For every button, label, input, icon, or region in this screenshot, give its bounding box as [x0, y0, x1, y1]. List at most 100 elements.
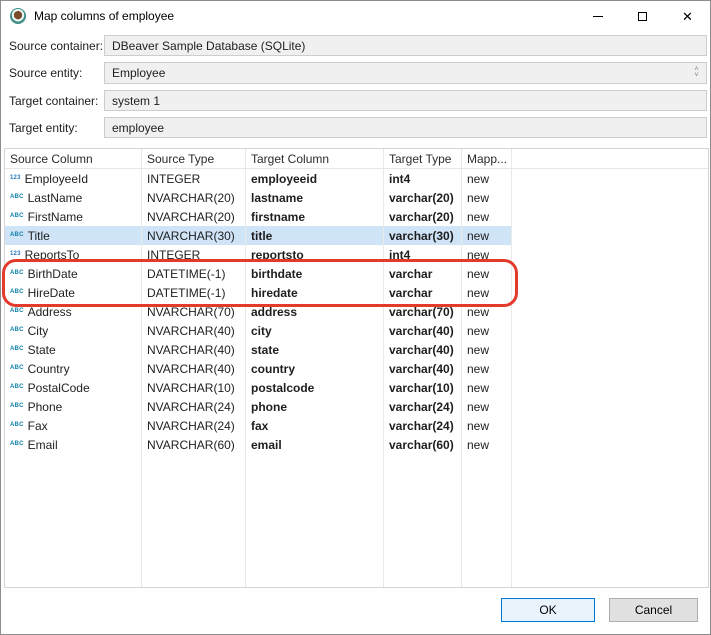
- table-row[interactable]: 123 EmployeeId INTEGER employeeid int4 new: [5, 169, 708, 188]
- header-source-type[interactable]: Source Type: [142, 149, 246, 168]
- ok-button[interactable]: OK: [501, 598, 595, 622]
- source-column-label: City: [27, 323, 49, 338]
- minimize-button[interactable]: [575, 1, 620, 31]
- source-type-label: INTEGER: [147, 171, 201, 186]
- target-container-field[interactable]: system 1: [104, 90, 707, 111]
- source-type-label: NVARCHAR(60): [147, 437, 235, 452]
- source-type-label: NVARCHAR(20): [147, 190, 235, 205]
- source-column-label: Title: [27, 228, 50, 243]
- source-container-field[interactable]: DBeaver Sample Database (SQLite): [104, 35, 707, 56]
- target-column-label: title: [251, 228, 273, 243]
- mapping-label: new: [467, 247, 490, 262]
- source-container-value: DBeaver Sample Database (SQLite): [112, 38, 306, 53]
- header-mapping[interactable]: Mapp...: [462, 149, 512, 168]
- title-bar: Map columns of employee ✕: [1, 1, 710, 31]
- numeric-type-icon: 123: [10, 250, 21, 257]
- source-type-label: NVARCHAR(40): [147, 342, 235, 357]
- target-column-label: firstname: [251, 209, 306, 224]
- string-type-icon: ABC: [10, 440, 24, 447]
- dialog-window: Map columns of employee ✕ Source contain…: [0, 0, 711, 635]
- target-type-label: varchar(60): [389, 437, 454, 452]
- target-type-label: varchar: [389, 266, 433, 281]
- table-row[interactable]: ABC Email NVARCHAR(60) email varchar(60) new: [5, 435, 708, 454]
- target-type-label: varchar(20): [389, 209, 454, 224]
- table-row[interactable]: ABC Address NVARCHAR(70) address varchar(70)…: [5, 302, 708, 321]
- target-column-label: city: [251, 323, 272, 338]
- source-column-label: HireDate: [27, 285, 75, 300]
- entity-spinner[interactable]: ˄ ˅: [689, 64, 704, 82]
- string-type-icon: ABC: [10, 383, 24, 390]
- maximize-icon: [638, 11, 647, 21]
- table-row[interactable]: ABC State NVARCHAR(40) state varchar(40) new: [5, 340, 708, 359]
- table-header-row: Source Column Source Type Target Column …: [5, 149, 708, 169]
- source-container-label: Source container:: [9, 38, 104, 53]
- close-button[interactable]: ✕: [665, 1, 710, 31]
- source-entity-label: Source entity:: [9, 66, 83, 80]
- string-type-icon: ABC: [10, 269, 24, 276]
- string-type-icon: ABC: [10, 326, 24, 333]
- mapping-label: new: [467, 171, 490, 186]
- table-row[interactable]: ABC FirstName NVARCHAR(20) firstname varchar…: [5, 207, 708, 226]
- target-type-label: varchar(24): [389, 418, 454, 433]
- table-row[interactable]: ABC City NVARCHAR(40) city varchar(40) new: [5, 321, 708, 340]
- mapping-label: new: [467, 266, 490, 281]
- source-type-label: DATETIME(-1): [147, 266, 226, 281]
- source-type-label: NVARCHAR(30): [147, 228, 235, 243]
- source-type-label: INTEGER: [147, 247, 201, 262]
- maximize-button[interactable]: [620, 1, 665, 31]
- source-entity-value: Employee: [112, 66, 166, 80]
- cancel-button[interactable]: Cancel: [609, 598, 698, 622]
- mapping-label: new: [467, 399, 490, 414]
- numeric-type-icon: 123: [10, 174, 21, 181]
- table-row[interactable]: ABC BirthDate DATETIME(-1) birthdate varchar…: [5, 264, 708, 283]
- header-target-column[interactable]: Target Column: [246, 149, 384, 168]
- target-entity-label: Target entity:: [9, 120, 78, 135]
- table-row[interactable]: ABC Title NVARCHAR(30) title varchar(30) new: [5, 226, 708, 245]
- source-column-label: Fax: [27, 418, 48, 433]
- source-type-label: NVARCHAR(24): [147, 399, 235, 414]
- target-column-label: birthdate: [251, 266, 303, 281]
- table-row[interactable]: ABC Fax NVARCHAR(24) fax varchar(24) new: [5, 416, 708, 435]
- target-type-label: int4: [389, 171, 411, 186]
- source-column-label: Address: [27, 304, 72, 319]
- source-column-label: Country: [27, 361, 70, 376]
- string-type-icon: ABC: [10, 212, 24, 219]
- table-row[interactable]: 123 ReportsTo INTEGER reportsto int4 new: [5, 245, 708, 264]
- table-row[interactable]: ABC LastName NVARCHAR(20) lastname varchar(2…: [5, 188, 708, 207]
- source-type-label: NVARCHAR(20): [147, 209, 235, 224]
- target-column-label: state: [251, 342, 280, 357]
- mapping-label: new: [467, 190, 490, 205]
- source-column-label: BirthDate: [27, 266, 78, 281]
- close-icon: ✕: [682, 8, 693, 24]
- string-type-icon: ABC: [10, 193, 24, 200]
- header-target-type[interactable]: Target Type: [384, 149, 462, 168]
- target-entity-field[interactable]: employee: [104, 117, 707, 138]
- source-type-label: NVARCHAR(70): [147, 304, 235, 319]
- string-type-icon: ABC: [10, 288, 24, 295]
- spinner-down-icon: ˅: [694, 72, 699, 79]
- string-type-icon: ABC: [10, 364, 24, 371]
- table-row[interactable]: ABC HireDate DATETIME(-1) hiredate varchar ne…: [5, 283, 708, 302]
- target-type-label: int4: [389, 247, 411, 262]
- source-column-label: FirstName: [27, 209, 83, 224]
- source-column-label: PostalCode: [27, 380, 90, 395]
- target-column-label: email: [251, 437, 282, 452]
- mapping-label: new: [467, 342, 490, 357]
- source-type-label: NVARCHAR(24): [147, 418, 235, 433]
- target-type-label: varchar(10): [389, 380, 454, 395]
- window-controls: ✕: [575, 1, 710, 31]
- table-row[interactable]: ABC PostalCode NVARCHAR(10) postalcode varch…: [5, 378, 708, 397]
- target-column-label: phone: [251, 399, 287, 414]
- target-column-label: employeeid: [251, 171, 318, 186]
- header-filler: [512, 149, 708, 168]
- target-column-label: address: [251, 304, 298, 319]
- dbeaver-app-icon: [10, 8, 26, 24]
- target-column-label: reportsto: [251, 247, 304, 262]
- target-container-label: Target container:: [9, 93, 99, 108]
- table-body: 123 EmployeeId INTEGER employeeid int4 new ABC…: [5, 169, 708, 454]
- header-source-column[interactable]: Source Column: [5, 149, 142, 168]
- table-row[interactable]: ABC Country NVARCHAR(40) country varchar(40)…: [5, 359, 708, 378]
- source-entity-field[interactable]: Employee ˄ ˅: [104, 62, 707, 84]
- source-column-label: Email: [27, 437, 58, 452]
- table-row[interactable]: ABC Phone NVARCHAR(24) phone varchar(24) new: [5, 397, 708, 416]
